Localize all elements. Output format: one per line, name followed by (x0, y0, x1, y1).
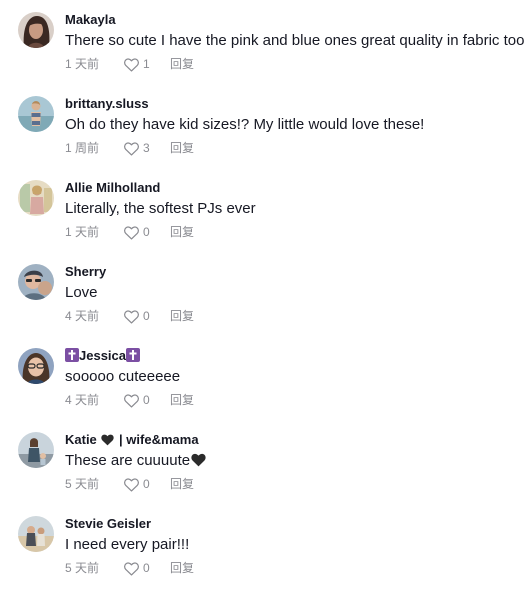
black-heart-emoji-icon (101, 434, 115, 446)
comment-item: Katie | wife&mama These are cuuuute 5 天前… (0, 432, 528, 516)
comment-time: 5 天前 (65, 561, 100, 575)
reply-button[interactable]: 回复 (170, 392, 194, 408)
comment-item: Sherry Love 4 天前 0 回复 (0, 264, 528, 348)
user-avatar-icon (18, 96, 54, 132)
comment-time: 1 天前 (65, 225, 100, 239)
comment-item: Stevie Geisler I need every pair!!! 5 天前… (0, 516, 528, 600)
username[interactable]: Katie | wife&mama (65, 432, 199, 448)
latin-cross-emoji-icon (65, 348, 79, 362)
comment-text: Literally, the softest PJs ever (65, 200, 256, 217)
reply-button[interactable]: 回复 (170, 56, 194, 72)
heart-outline-icon (124, 225, 139, 240)
user-avatar-icon (18, 348, 54, 384)
comment-text: There so cute I have the pink and blue o… (65, 32, 525, 49)
user-avatar-icon (18, 180, 54, 216)
like-count: 0 (143, 393, 150, 407)
avatar[interactable] (18, 96, 54, 132)
heart-outline-icon (124, 561, 139, 576)
user-avatar-icon (18, 12, 54, 48)
black-heart-emoji-icon (191, 453, 206, 467)
avatar[interactable] (18, 180, 54, 216)
user-avatar-icon (18, 432, 54, 468)
like-button[interactable]: 0 (123, 476, 150, 492)
reply-button[interactable]: 回复 (170, 140, 194, 156)
like-button[interactable]: 3 (123, 140, 150, 156)
avatar[interactable] (18, 12, 54, 48)
heart-outline-icon (124, 477, 139, 492)
like-count: 3 (143, 141, 150, 155)
reply-button[interactable]: 回复 (170, 308, 194, 324)
like-button[interactable]: 0 (123, 308, 150, 324)
comment-text: I need every pair!!! (65, 536, 190, 553)
username[interactable]: Stevie Geisler (65, 516, 151, 532)
reply-button[interactable]: 回复 (170, 476, 194, 492)
latin-cross-emoji-icon (126, 348, 140, 362)
comment-time: 5 天前 (65, 477, 100, 491)
like-count: 1 (143, 57, 150, 71)
avatar[interactable] (18, 264, 54, 300)
like-button[interactable]: 1 (123, 56, 150, 72)
user-avatar-icon (18, 516, 54, 552)
heart-outline-icon (124, 393, 139, 408)
reply-button[interactable]: 回复 (170, 224, 194, 240)
username-label: Jessica (79, 348, 126, 363)
heart-outline-icon (124, 57, 139, 72)
comment-time: 1 周前 (65, 141, 100, 155)
avatar[interactable] (18, 348, 54, 384)
comment-item: Jessica sooooo cuteeeee 4 天前 0 回复 (0, 348, 528, 432)
comment-text: Oh do they have kid sizes!? My little wo… (65, 116, 425, 133)
username[interactable]: brittany.sluss (65, 96, 149, 112)
avatar[interactable] (18, 516, 54, 552)
comment-text: sooooo cuteeeee (65, 368, 181, 385)
username[interactable]: Jessica (65, 348, 140, 364)
avatar[interactable] (18, 432, 54, 468)
like-count: 0 (143, 561, 150, 575)
like-count: 0 (143, 477, 150, 491)
username[interactable]: Makayla (65, 12, 116, 28)
username-label: Katie (65, 432, 97, 447)
comment-item: Makayla There so cute I have the pink an… (0, 12, 528, 96)
username[interactable]: Allie Milholland (65, 180, 160, 196)
like-count: 0 (143, 225, 150, 239)
comment-item: brittany.sluss Oh do they have kid sizes… (0, 96, 528, 180)
username[interactable]: Sherry (65, 264, 106, 280)
like-button[interactable]: 0 (123, 392, 150, 408)
comment-item: Allie Milholland Literally, the softest … (0, 180, 528, 264)
like-button[interactable]: 0 (123, 560, 150, 576)
username-suffix: | wife&mama (119, 432, 199, 447)
user-avatar-icon (18, 264, 54, 300)
comment-text: These are cuuuute (65, 451, 207, 471)
heart-outline-icon (124, 309, 139, 324)
like-count: 0 (143, 309, 150, 323)
comment-time: 4 天前 (65, 309, 100, 323)
comment-time: 1 天前 (65, 57, 100, 71)
comment-time: 4 天前 (65, 393, 100, 407)
comment-text-label: These are cuuuute (65, 452, 191, 469)
reply-button[interactable]: 回复 (170, 560, 194, 576)
heart-outline-icon (124, 141, 139, 156)
like-button[interactable]: 0 (123, 224, 150, 240)
comment-text: Love (65, 284, 98, 301)
